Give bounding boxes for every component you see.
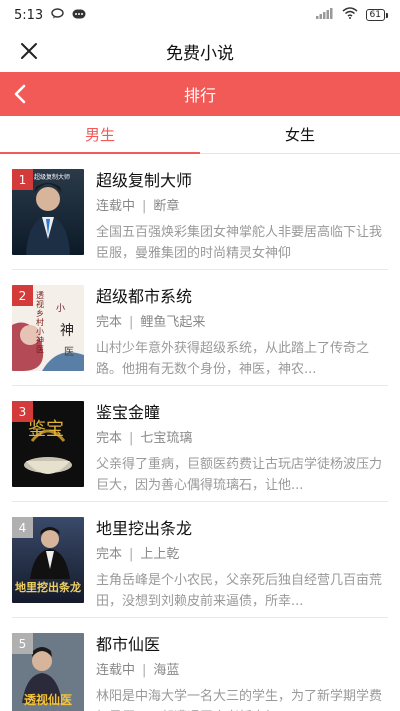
wifi-icon bbox=[342, 7, 358, 23]
rank-header: 排行 bbox=[0, 72, 400, 116]
book-status: 连载中 bbox=[96, 663, 136, 678]
book-author: 上上乾 bbox=[140, 547, 180, 562]
book-description: 全国五百强焕彩集团女神掌舵人非要居高临下让我臣服，曼雅集团的时尚精灵女神仰 bbox=[96, 225, 383, 261]
book-author: 七宝琉璃 bbox=[140, 431, 193, 446]
book-author: 鲤鱼飞起来 bbox=[140, 315, 206, 330]
back-arrow-icon[interactable] bbox=[10, 83, 32, 105]
svg-text:医: 医 bbox=[64, 346, 74, 358]
page-title: 免费小说 bbox=[166, 43, 234, 64]
rank-badge: 2 bbox=[12, 285, 33, 306]
gender-tabs: 男生 女生 bbox=[0, 116, 400, 154]
svg-text:神: 神 bbox=[60, 323, 74, 339]
title-bar: 免费小说 bbox=[0, 30, 400, 72]
book-list: 1 超级复制大师 超级复制大师 连载中 | 断章 全国五百强焕彩集团女神掌舵人非要居… bbox=[0, 154, 400, 711]
book-item[interactable]: 5 透视仙医 都市仙医 连载中 | 海蓝 林阳是中海大学一名大三的学生，为了新学期学… bbox=[0, 618, 400, 711]
cover-title-text: 透视乡村小神医 bbox=[36, 291, 44, 354]
tab-female[interactable]: 女生 bbox=[200, 116, 400, 153]
book-status: 完本 bbox=[96, 315, 123, 330]
book-cover: 5 透视仙医 bbox=[12, 633, 84, 711]
book-title: 超级都市系统 bbox=[96, 287, 193, 306]
rank-badge: 3 bbox=[12, 401, 33, 422]
cloud-chat-icon bbox=[51, 7, 64, 23]
book-description: 父亲得了重病，巨额医药费让古玩店学徒杨波压力巨大，因为善心偶得琉璃石，让他... bbox=[96, 457, 383, 493]
book-title: 超级复制大师 bbox=[96, 171, 193, 190]
book-item[interactable]: 3 鉴宝 鉴宝金瞳 完本 | 七宝琉璃 父亲得了重病，巨额医药费让古玩店学徒杨波压力… bbox=[0, 386, 400, 502]
book-description: 山村少年意外获得超级系统，从此踏上了传奇之路。他拥有无数个身份，神医，神农... bbox=[96, 341, 370, 377]
cover-title-text: 地里挖出条龙 bbox=[15, 581, 81, 594]
book-item[interactable]: 小 神 医 2 透视乡村小神医 超级都市系统 完本 | 鲤鱼飞起来 山村少年意外获得… bbox=[0, 270, 400, 386]
rank-badge: 5 bbox=[12, 633, 33, 654]
battery-indicator: 61 bbox=[365, 9, 388, 21]
rank-title: 排行 bbox=[183, 86, 216, 105]
book-status: 完本 bbox=[96, 431, 123, 446]
status-time: 5:13 bbox=[14, 7, 44, 23]
book-author: 断章 bbox=[153, 199, 180, 214]
svg-text:小: 小 bbox=[56, 303, 65, 314]
book-cover: 小 神 医 2 透视乡村小神医 bbox=[12, 285, 84, 371]
book-cover: 4 地里挖出条龙 bbox=[12, 517, 84, 603]
message-icon bbox=[72, 8, 86, 23]
status-bar: 5:13 61 bbox=[0, 0, 400, 30]
book-item[interactable]: 4 地里挖出条龙 地里挖出条龙 完本 | 上上乾 主角岳峰是个小农民，父亲死后独自经… bbox=[0, 502, 400, 618]
book-title: 都市仙医 bbox=[96, 635, 161, 654]
close-icon[interactable] bbox=[18, 40, 40, 62]
book-cover: 1 超级复制大师 bbox=[12, 169, 84, 255]
book-description: 林阳是中海大学一名大三的学生，为了新学期学费打暑假工，却遭遇无良老板克扣工... bbox=[96, 689, 383, 711]
tab-male[interactable]: 男生 bbox=[0, 116, 200, 154]
book-status: 完本 bbox=[96, 547, 123, 562]
cover-title-text: 超级复制大师 bbox=[34, 174, 71, 181]
book-title: 鉴宝金瞳 bbox=[96, 403, 161, 422]
book-item[interactable]: 1 超级复制大师 超级复制大师 连载中 | 断章 全国五百强焕彩集团女神掌舵人非要居… bbox=[0, 154, 400, 270]
cover-title-text: 透视仙医 bbox=[23, 693, 72, 707]
book-author: 海蓝 bbox=[153, 663, 180, 678]
battery-level: 61 bbox=[365, 9, 385, 21]
book-description: 主角岳峰是个小农民，父亲死后独自经营几百亩荒田，没想到刘赖皮前来逼债，所幸... bbox=[96, 573, 383, 609]
rank-badge: 4 bbox=[12, 517, 33, 538]
book-cover: 3 鉴宝 bbox=[12, 401, 84, 487]
cover-title-text: 鉴宝 bbox=[28, 419, 64, 440]
book-status: 连载中 bbox=[96, 199, 136, 214]
rank-badge: 1 bbox=[12, 169, 33, 190]
signal-icon bbox=[315, 7, 334, 23]
book-title: 地里挖出条龙 bbox=[96, 519, 193, 538]
